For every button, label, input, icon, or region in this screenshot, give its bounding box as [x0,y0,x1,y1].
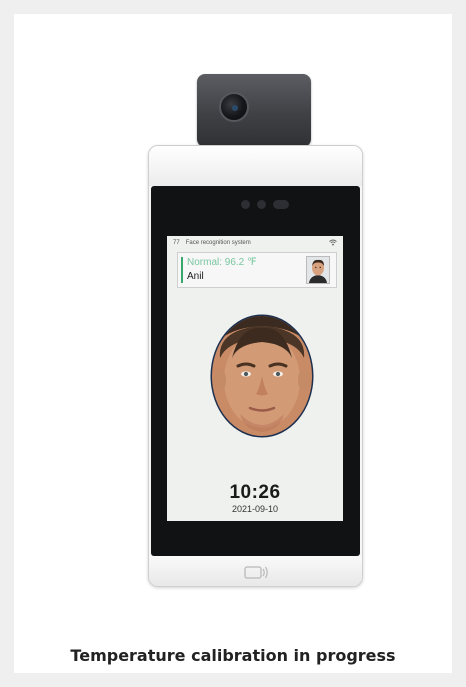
ir-sensor-right [257,200,266,209]
status-signal-text: 77 [173,240,180,246]
temperature-reading: Normal: 96.2 ℉ [187,257,257,268]
person-name: Anil [187,271,204,282]
screen-bezel: 77 Face recognition system Normal: 96.2 … [151,186,360,556]
device-top-cap [149,146,362,186]
card-reader-icon [244,566,268,579]
clock-date: 2021-09-10 [231,504,279,514]
recognition-result-panel: Normal: 96.2 ℉ Anil [177,252,337,288]
system-title: Face recognition system [185,240,251,246]
ir-sensor-left [241,200,250,209]
detected-face-image [210,314,314,438]
wifi-icon [329,239,337,246]
status-indicator-bar [181,257,183,283]
clock-time: 10:26 [229,482,281,503]
lens-highlight [232,105,238,111]
thermal-camera-module [197,74,311,147]
card-reader-area[interactable] [149,556,362,586]
camera-lens-icon [219,92,249,122]
image-caption: Temperature calibration in progress [70,646,396,665]
display-screen[interactable]: 77 Face recognition system Normal: 96.2 … [167,236,343,521]
person-thumbnail [306,256,330,284]
status-bar: 77 Face recognition system [167,236,343,250]
front-camera-sensor [273,200,289,209]
face-recognition-terminal: 77 Face recognition system Normal: 96.2 … [148,145,363,587]
product-card: 77 Face recognition system Normal: 96.2 … [14,14,452,673]
